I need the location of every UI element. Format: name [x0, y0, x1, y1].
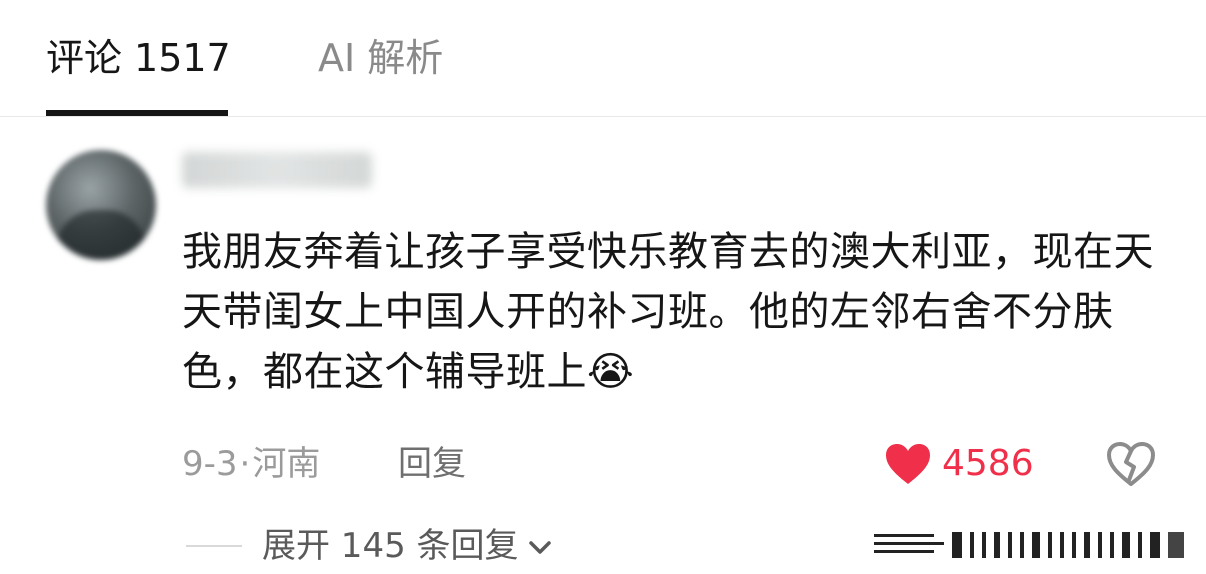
- chevron-down-icon: [528, 540, 551, 554]
- comment-meta: 9-3·河南: [182, 436, 320, 492]
- tab-bar: 评论 1517 AI 解析: [0, 0, 1206, 116]
- comment-panel: 评论 1517 AI 解析 我朋友奔着让孩子享受快乐教育去的澳大利亚，现在天天带闺…: [0, 0, 1206, 574]
- reply-button[interactable]: 回复: [398, 436, 466, 492]
- crying-laughing-emoji: 😭: [587, 349, 635, 395]
- broken-heart-icon[interactable]: [1106, 440, 1156, 488]
- comment-body: 我朋友奔着让孩子享受快乐教育去的澳大利亚，现在天天带闺女上中国人开的补习班。他的…: [182, 229, 1154, 395]
- expand-divider: [186, 545, 242, 547]
- tab-comments[interactable]: 评论 1517: [46, 30, 231, 86]
- like-count: 4586: [942, 443, 1034, 484]
- tab-comments-label: 评论: [46, 36, 123, 80]
- avatar[interactable]: [46, 150, 156, 260]
- divider: [0, 116, 1206, 117]
- comment-text: 我朋友奔着让孩子享受快乐教育去的澳大利亚，现在天天带闺女上中国人开的补习班。他的…: [182, 222, 1162, 402]
- tab-ai-label: AI 解析: [318, 36, 444, 80]
- tab-ai-analysis[interactable]: AI 解析: [318, 30, 443, 86]
- heart-icon: [886, 444, 930, 484]
- username[interactable]: [182, 152, 372, 188]
- expand-replies-button[interactable]: 展开 145 条回复: [262, 518, 551, 574]
- expand-replies-label: 展开 145 条回复: [262, 526, 519, 566]
- meta-separator: ·: [239, 444, 251, 484]
- comment-location: 河南: [252, 444, 321, 484]
- watermark: [874, 532, 1184, 558]
- comment-date: 9-3: [182, 444, 238, 484]
- tab-comments-count: 1517: [134, 36, 231, 80]
